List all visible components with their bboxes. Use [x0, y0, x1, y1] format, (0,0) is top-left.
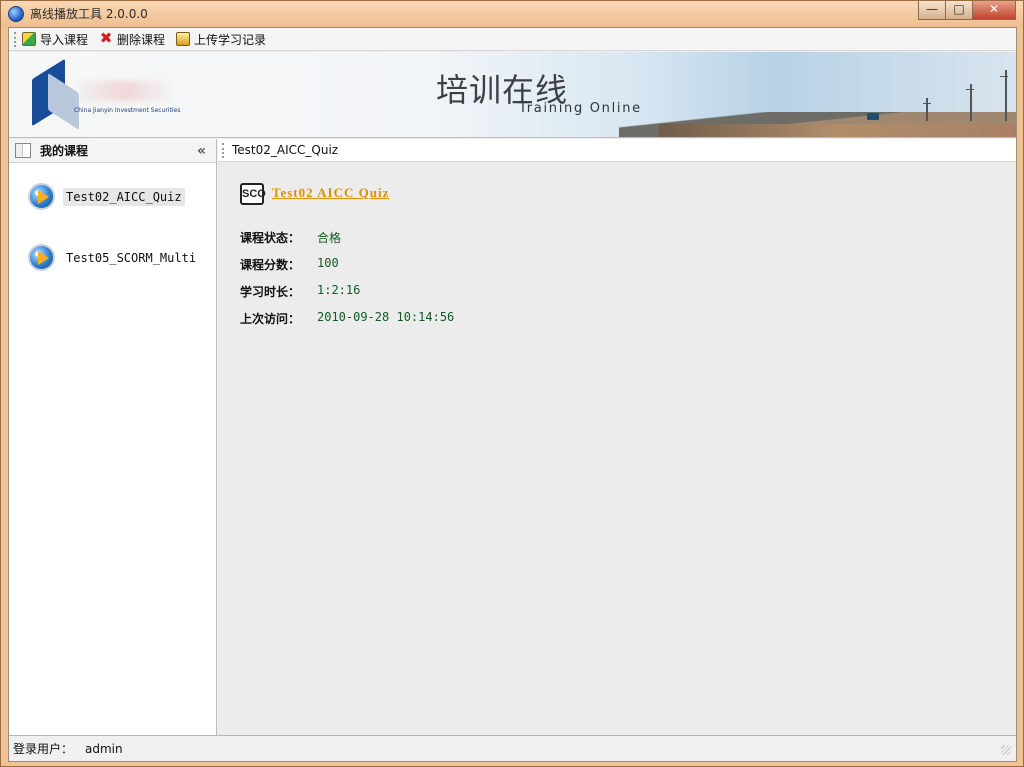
play-icon — [28, 183, 55, 210]
logged-in-user-label: 登录用户： — [13, 742, 74, 756]
minimize-button[interactable]: — — [918, 1, 946, 20]
app-window: 离线播放工具 2.0.0.0 — □ ✕ 导入课程 ✖ 删除课程 上传学习记录 — [0, 0, 1024, 767]
last-visit-label: 上次访问： — [240, 312, 301, 326]
collapse-icon[interactable]: « — [197, 143, 206, 159]
sidebar-header: 我的课程 « — [9, 139, 216, 163]
landscape-image — [659, 124, 1016, 137]
main-toolbar: 导入课程 ✖ 删除课程 上传学习记录 — [9, 28, 1016, 51]
company-logo — [32, 58, 79, 131]
upload-learning-record-label: 上传学习记录 — [194, 32, 267, 47]
title-bar[interactable]: 离线播放工具 2.0.0.0 — □ ✕ — [1, 1, 1023, 27]
course-score-value: 100 — [317, 256, 339, 270]
sco-icon: SCO — [240, 183, 266, 205]
training-banner: China Jianyin Investment Securities 培训在线… — [9, 52, 1016, 138]
import-course-button[interactable]: 导入课程 — [22, 31, 88, 48]
delete-course-button[interactable]: ✖ 删除课程 — [99, 31, 165, 48]
utility-crossbar-image — [1000, 76, 1008, 77]
utility-pole-image — [1005, 70, 1007, 121]
application-client-area: 导入课程 ✖ 删除课程 上传学习记录 China Jianyin Investm… — [8, 27, 1017, 762]
last-visit-value: 2010-09-28 10:14:56 — [317, 310, 455, 324]
course-item-test05[interactable]: Test05_SCORM_Multi — [28, 240, 199, 275]
course-status-row: 课程状态： 合格 — [240, 229, 341, 246]
study-duration-row: 学习时长： 1:2:16 — [240, 283, 360, 300]
sidebar-title: 我的课程 — [40, 144, 89, 158]
study-duration-value: 1:2:16 — [317, 283, 361, 297]
course-score-row: 课程分数： 100 — [240, 256, 339, 273]
blurred-logo-text — [79, 81, 171, 101]
course-title-link[interactable]: Test02 AICC Quiz — [272, 185, 389, 201]
delete-course-label: 删除课程 — [117, 32, 166, 47]
course-status-label: 课程状态： — [240, 231, 301, 245]
play-icon — [28, 244, 55, 271]
company-logo-text: China Jianyin Investment Securities — [74, 107, 181, 114]
course-tab-label: Test02_AICC_Quiz — [232, 143, 339, 157]
course-sidebar: 我的课程 « Test02_AICC_Quiz Test05_SCORM_Mul… — [9, 139, 217, 736]
tab-grip — [222, 142, 225, 158]
course-detail-panel: Test02_AICC_Quiz SCO Test02 AICC Quiz 课程… — [218, 139, 1016, 736]
app-icon — [8, 6, 24, 22]
status-bar: 登录用户： admin — [9, 735, 1016, 761]
import-course-label: 导入课程 — [40, 32, 89, 47]
upload-icon — [176, 32, 191, 46]
maximize-button[interactable]: □ — [946, 1, 972, 20]
study-duration-label: 学习时长： — [240, 285, 301, 299]
course-name: Test05_SCORM_Multi — [66, 250, 197, 265]
course-tab[interactable]: Test02_AICC_Quiz — [218, 139, 1016, 162]
last-visit-row: 上次访问： 2010-09-28 10:14:56 — [240, 310, 454, 327]
course-name: Test02_AICC_Quiz — [63, 187, 185, 206]
resize-grip-icon[interactable] — [1001, 745, 1011, 755]
book-icon — [15, 143, 31, 158]
window-controls: — □ ✕ — [918, 1, 1016, 21]
toolbar-grip[interactable] — [14, 31, 17, 47]
window-title: 离线播放工具 2.0.0.0 — [30, 7, 148, 21]
upload-learning-record-button[interactable]: 上传学习记录 — [176, 31, 266, 48]
utility-crossbar-image — [966, 89, 974, 90]
utility-pole-image — [926, 98, 928, 121]
course-item-test02[interactable]: Test02_AICC_Quiz — [28, 179, 185, 214]
close-button[interactable]: ✕ — [972, 1, 1016, 20]
truck-image — [867, 113, 879, 120]
utility-crossbar-image — [923, 103, 931, 104]
course-status-value: 合格 — [317, 231, 342, 245]
delete-icon: ✖ — [99, 29, 113, 47]
course-score-label: 课程分数： — [240, 258, 301, 272]
import-icon — [22, 32, 36, 46]
logged-in-user-name: admin — [85, 741, 123, 756]
